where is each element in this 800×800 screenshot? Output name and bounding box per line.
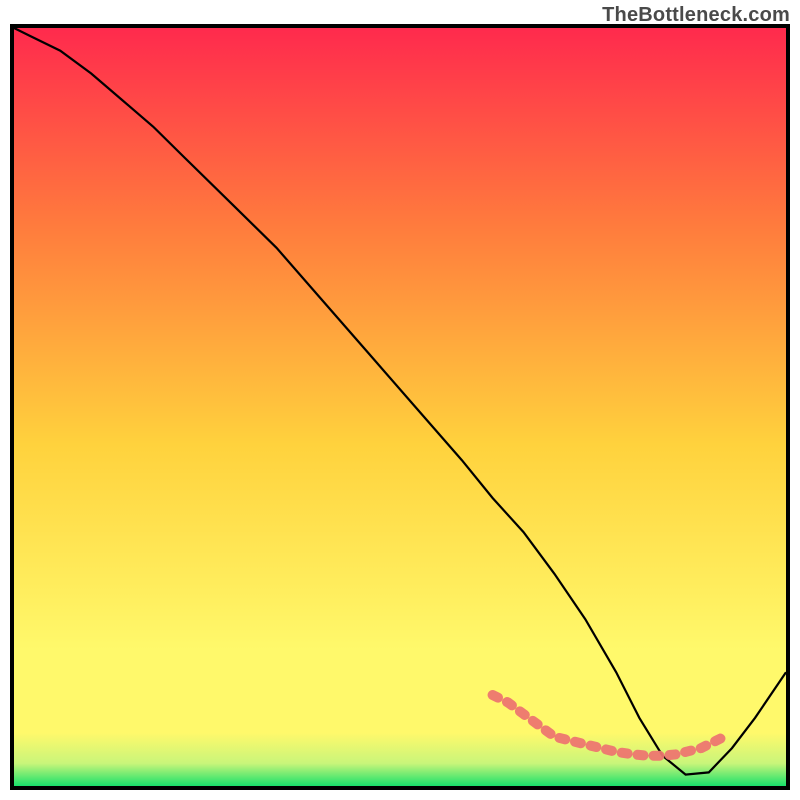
- bottleneck-chart: [0, 0, 800, 800]
- plot-area: [14, 28, 786, 786]
- watermark-text: TheBottleneck.com: [602, 4, 790, 27]
- chart-container: TheBottleneck.com: [0, 0, 800, 800]
